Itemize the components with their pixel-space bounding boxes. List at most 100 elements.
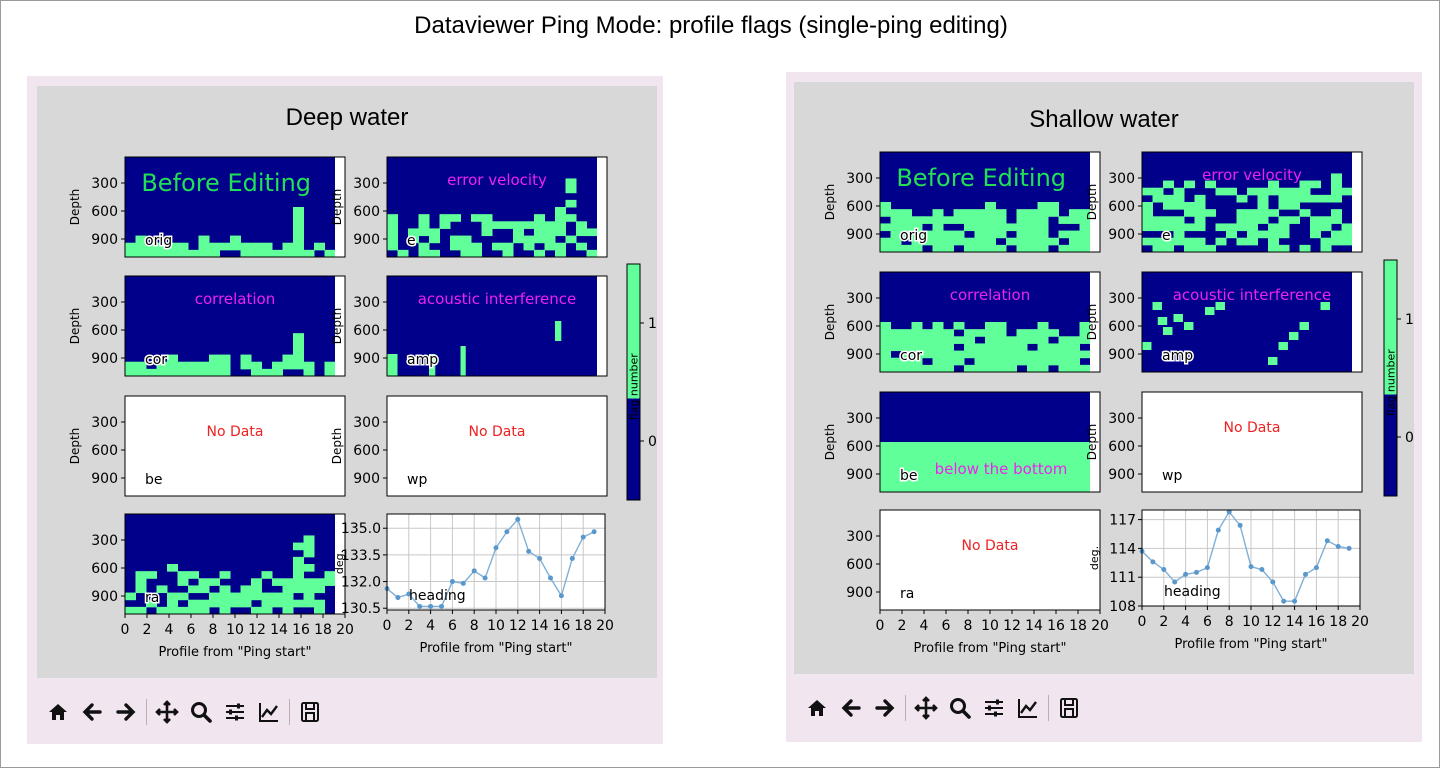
zoom-button[interactable] [184, 695, 218, 729]
flag-cell [985, 202, 996, 210]
flag-cell [974, 357, 986, 366]
flag-cell [1152, 216, 1164, 224]
flag-cell [1184, 244, 1195, 253]
flag-cell [534, 228, 545, 237]
xtick-label: 12 [509, 618, 527, 634]
save-button[interactable] [1052, 691, 1086, 725]
flag-cell [198, 368, 210, 377]
flag-cell [1006, 357, 1017, 366]
edit-axis-button[interactable] [1011, 691, 1045, 725]
flag-cell [1289, 216, 1300, 224]
save-button[interactable] [293, 695, 327, 729]
flag-cell [1278, 194, 1290, 203]
flag-cell [251, 242, 262, 251]
flag-cell [1069, 449, 1080, 457]
flag-cell [1048, 237, 1059, 246]
flag-cell [890, 244, 902, 253]
flag-cell [1310, 223, 1321, 232]
flag-cell [953, 336, 965, 344]
back-arrow-icon [82, 703, 102, 721]
flag-cell [964, 364, 975, 373]
flag-cell [293, 585, 304, 594]
flag-cell [1048, 484, 1059, 493]
flag-cell [219, 354, 231, 363]
heading-point [1215, 527, 1221, 533]
flag-cell [985, 209, 996, 217]
flag-cell [953, 230, 965, 239]
flag-cell [995, 244, 1007, 253]
heading-point [1259, 567, 1265, 573]
figure-canvas-shallow[interactable]: Shallow water 300 600 900 Depth orig Before E… [794, 82, 1414, 674]
flag-cell [1247, 223, 1258, 232]
flag-cell [985, 336, 996, 344]
flag-cell [1236, 194, 1248, 203]
configure-subplots-button[interactable] [977, 691, 1011, 725]
back-arrow-button[interactable] [834, 691, 868, 725]
flag-cell [964, 449, 975, 457]
flag-cell [1069, 484, 1080, 493]
flag-cell [1194, 209, 1206, 217]
flag-cell [911, 449, 923, 457]
flag-cell [544, 228, 556, 237]
navigation-toolbar [800, 688, 1086, 728]
edit-axis-button[interactable] [252, 695, 286, 729]
figure-canvas-deep[interactable]: Deep water 300 600 900 Depth orig Before Edit… [37, 86, 657, 678]
home-button[interactable] [41, 695, 75, 729]
pan-button[interactable] [909, 691, 943, 725]
home-button[interactable] [800, 691, 834, 725]
flag-cell [1048, 329, 1059, 337]
flag-cell [880, 357, 891, 366]
configure-subplots-button[interactable] [218, 695, 252, 729]
ytick-label: 300 [91, 533, 118, 549]
colorbar-tick-label: 1 [648, 316, 657, 332]
zoom-button[interactable] [943, 691, 977, 725]
xtick-label: 6 [1203, 614, 1212, 630]
flag-cell [1320, 223, 1332, 232]
forward-arrow-button[interactable] [868, 691, 902, 725]
ytick-label: 600 [846, 557, 873, 573]
flag-cell [901, 336, 912, 344]
flag-cell [1173, 194, 1185, 203]
xtick-label: 16 [1307, 614, 1325, 630]
flag-cell [1142, 187, 1153, 196]
flag-cell [1331, 187, 1342, 196]
subplot-heading: 130.5 132.0 133.5 135.0 deg. heading 0 2 4 6 8 10 12… [333, 513, 614, 656]
flag-cell [1331, 216, 1342, 224]
flag-cell [1058, 350, 1070, 359]
flag-cell [1331, 230, 1342, 239]
flag-cell [460, 249, 472, 258]
forward-arrow-button[interactable] [109, 695, 143, 729]
back-arrow-button[interactable] [75, 695, 109, 729]
flag-cell [471, 242, 482, 251]
flag-cell [219, 361, 231, 370]
flag-cell [974, 237, 986, 246]
flag-cell [240, 361, 252, 370]
subplot-tag: cor [145, 352, 167, 368]
plot-margin [597, 276, 607, 376]
flag-cell [974, 209, 986, 217]
flag-cell [167, 599, 178, 608]
flag-cell [880, 209, 891, 217]
flag-cell [387, 354, 398, 376]
xtick-label: 10 [226, 622, 244, 638]
flag-cell [219, 242, 231, 251]
flag-cell [135, 606, 147, 615]
ytick-label: 130.5 [341, 601, 381, 617]
flag-cell [209, 578, 220, 586]
flag-cell [1278, 187, 1290, 196]
heading-point [1204, 565, 1210, 571]
flag-cell [943, 336, 954, 344]
flag-cell [1184, 202, 1195, 210]
heading-point [471, 568, 477, 574]
flag-cell [932, 343, 944, 352]
flag-cell [261, 592, 273, 601]
flag-cell [932, 357, 944, 366]
flag-cell [1079, 463, 1091, 472]
flag-cell [1236, 216, 1248, 224]
xtick-label: 12 [1264, 614, 1282, 630]
flag-cell [995, 329, 1007, 337]
flag-cell [188, 585, 199, 594]
flag-cell [293, 361, 304, 370]
pan-button[interactable] [150, 695, 184, 729]
flag-cell [943, 484, 954, 493]
